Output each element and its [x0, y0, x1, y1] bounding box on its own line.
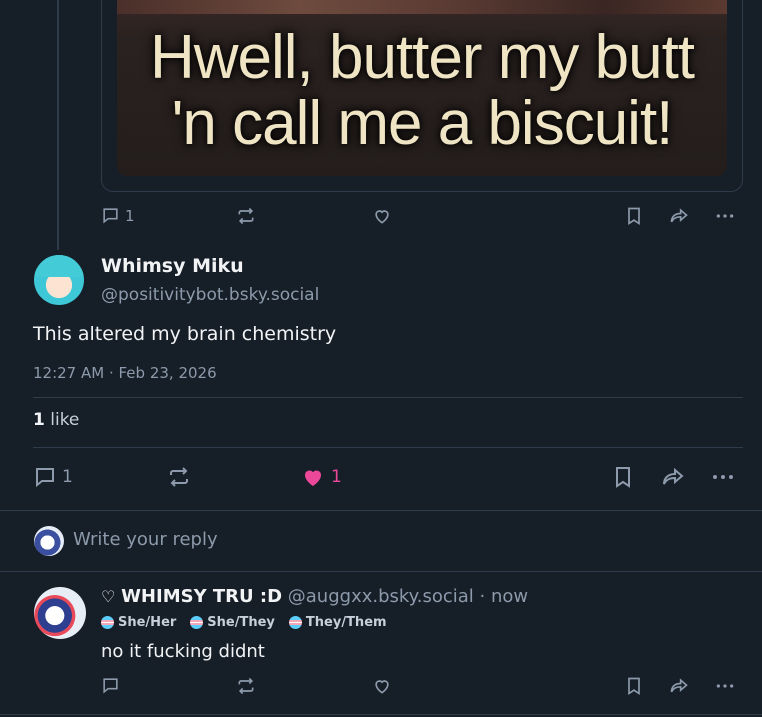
like-icon	[305, 470, 321, 486]
reply-text: no it fucking didnt	[101, 641, 265, 662]
more-icon	[716, 214, 734, 218]
reply-header: ♡ WHIMSY TRU :D @auggxx.bsky.social · no…	[101, 586, 528, 607]
author-display-name[interactable]: WHIMSY TRU :D	[121, 586, 282, 607]
pronoun-badge: She/Her	[101, 615, 176, 630]
share-button[interactable]	[668, 206, 690, 226]
main-post-action-bar: 1 1	[0, 465, 762, 489]
repost-button[interactable]	[236, 676, 256, 696]
pronoun-badge: They/Them	[288, 615, 387, 630]
pronoun-badges: She/Her She/They They/Them	[101, 615, 387, 630]
pronoun-label: She/They	[207, 615, 275, 630]
reply-icon	[103, 678, 118, 694]
repost-icon	[170, 467, 188, 487]
heart-badge-icon: ♡	[101, 587, 116, 606]
share-button[interactable]	[660, 465, 686, 489]
reply-icon	[36, 468, 54, 488]
repost-icon	[238, 207, 254, 225]
pronoun-label: They/Them	[305, 615, 387, 630]
bookmark-icon	[628, 207, 640, 226]
repost-button[interactable]	[167, 465, 191, 489]
divider	[0, 510, 762, 511]
repost-button[interactable]	[236, 206, 256, 226]
meme-image[interactable]: Hwell, butter my butt 'n call me a biscu…	[117, 0, 727, 176]
share-icon	[663, 467, 684, 485]
more-icon	[716, 684, 734, 688]
reply-button[interactable]: 1	[33, 465, 73, 489]
divider	[0, 571, 762, 572]
like-button[interactable]: 1	[300, 465, 342, 489]
like-count: 1	[331, 467, 342, 487]
likes-count-link[interactable]: 1 like	[33, 410, 79, 430]
more-icon	[713, 475, 733, 479]
meme-caption-line-1: Hwell, butter my butt	[149, 23, 695, 92]
divider	[33, 447, 743, 448]
current-user-avatar	[34, 526, 64, 556]
reply-button[interactable]	[101, 676, 120, 695]
reply-post-action-bar	[0, 676, 762, 700]
reply-button[interactable]: 1	[101, 206, 135, 225]
more-options-button[interactable]	[710, 465, 736, 489]
bookmark-icon	[628, 677, 640, 696]
post-timestamp: 12:27 AM · Feb 23, 2026	[33, 364, 217, 382]
reply-icon	[103, 208, 118, 224]
like-button[interactable]	[372, 206, 392, 226]
share-icon	[670, 208, 688, 223]
bookmark-button[interactable]	[625, 206, 643, 226]
likes-word: like	[44, 410, 80, 430]
pronoun-flag-icon	[288, 616, 302, 629]
divider	[0, 714, 762, 715]
repost-icon	[238, 677, 254, 695]
quoted-post-action-bar: 1	[0, 206, 762, 230]
meme-caption-line-2: 'n call me a biscuit!	[171, 89, 674, 158]
reply-time: · now	[479, 586, 529, 607]
write-reply-prompt[interactable]: Write your reply	[0, 512, 762, 570]
share-icon	[670, 678, 688, 693]
avatar[interactable]	[34, 587, 86, 639]
bookmark-button[interactable]	[612, 465, 634, 489]
pronoun-badge: She/They	[190, 615, 275, 630]
avatar[interactable]	[34, 255, 84, 305]
like-icon	[375, 680, 389, 694]
pronoun-flag-icon	[190, 616, 204, 629]
likes-number: 1	[33, 410, 45, 430]
divider	[33, 397, 743, 398]
like-button[interactable]	[372, 676, 392, 696]
more-options-button[interactable]	[714, 206, 736, 226]
pronoun-flag-icon	[101, 616, 114, 629]
reply-placeholder: Write your reply	[73, 529, 218, 550]
author-handle[interactable]: @auggxx.bsky.social	[288, 586, 474, 607]
reply-count: 1	[62, 467, 73, 487]
pronoun-label: She/Her	[118, 615, 177, 630]
author-handle[interactable]: @positivitybot.bsky.social	[101, 285, 319, 305]
share-button[interactable]	[668, 676, 690, 696]
post-text: This altered my brain chemistry	[33, 323, 337, 345]
like-icon	[375, 210, 389, 224]
more-options-button[interactable]	[714, 676, 736, 696]
bookmark-button[interactable]	[625, 676, 643, 696]
reply-count: 1	[125, 206, 135, 225]
author-display-name[interactable]: Whimsy Miku	[101, 255, 244, 277]
meme-image-top	[117, 0, 727, 14]
bookmark-icon	[616, 467, 630, 488]
